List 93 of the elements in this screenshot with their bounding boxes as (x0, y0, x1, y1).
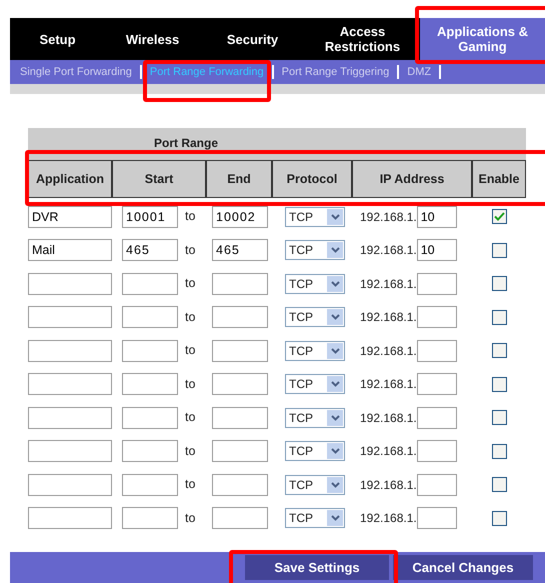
end-port-field[interactable]: 465 (212, 239, 268, 262)
ip-suffix-field[interactable] (416, 406, 457, 429)
column-header: End (206, 160, 272, 198)
protocol-select[interactable]: TCP (285, 374, 345, 394)
enable-checkbox[interactable] (492, 510, 506, 526)
ip-prefix: 192.168.1. (360, 242, 417, 260)
protocol-select[interactable]: TCP (285, 508, 345, 528)
enable-checkbox[interactable] (492, 276, 506, 292)
enable-checkbox[interactable] (492, 310, 506, 325)
ip-suffix-field[interactable] (416, 474, 457, 496)
start-port-field[interactable] (122, 474, 178, 496)
enable-checkbox[interactable] (492, 477, 506, 492)
application-field[interactable] (28, 340, 112, 362)
ip-prefix: 192.168.1. (360, 510, 417, 528)
column-header: IP Address (352, 160, 472, 198)
nav-tab[interactable]: Security (226, 32, 278, 46)
application-field[interactable] (28, 306, 112, 328)
action-button[interactable]: Save Settings (245, 555, 389, 580)
protocol-select[interactable]: TCP (285, 441, 345, 462)
ip-prefix: 192.168.1. (360, 376, 417, 394)
end-port-field[interactable] (212, 474, 268, 496)
ip-prefix: 192.168.1. (360, 476, 417, 494)
nav-tab[interactable]: Setup (39, 32, 76, 46)
protocol-select[interactable]: TCP (285, 274, 345, 294)
ip-prefix: 192.168.1. (360, 276, 417, 293)
enable-checkbox[interactable] (492, 444, 506, 459)
start-port-field[interactable] (122, 340, 178, 362)
end-port-field[interactable] (212, 373, 268, 396)
application-field[interactable]: Mail (28, 239, 112, 262)
column-header: Start (112, 160, 206, 198)
enable-checkbox[interactable] (492, 410, 506, 426)
range-separator: to (185, 308, 196, 326)
column-header: Application (28, 160, 112, 198)
enable-checkbox[interactable] (492, 242, 506, 258)
ip-suffix-field[interactable] (416, 340, 457, 362)
range-separator: to (185, 342, 196, 360)
application-field[interactable]: DVR (28, 206, 112, 228)
ip-prefix: 192.168.1. (360, 443, 417, 460)
range-separator: to (185, 510, 196, 527)
start-port-field[interactable] (122, 440, 178, 462)
range-separator: to (185, 275, 196, 292)
ip-prefix: 192.168.1. (360, 410, 417, 427)
start-port-field[interactable] (122, 306, 178, 328)
application-field[interactable] (28, 373, 112, 396)
ip-prefix: 192.168.1. (360, 208, 417, 226)
ip-suffix-field[interactable] (416, 306, 457, 328)
protocol-select[interactable]: TCP (285, 206, 345, 227)
end-port-field[interactable] (212, 406, 268, 429)
application-field[interactable] (28, 474, 112, 496)
action-button[interactable]: Cancel Changes (393, 555, 533, 580)
range-separator: to (185, 242, 196, 259)
end-port-field[interactable] (212, 272, 268, 295)
enable-checkbox[interactable] (492, 376, 506, 392)
protocol-select[interactable]: TCP (285, 240, 345, 260)
range-separator: to (185, 376, 196, 393)
application-field[interactable] (28, 272, 112, 295)
end-port-field[interactable] (212, 340, 268, 362)
ip-suffix-field[interactable] (416, 373, 457, 396)
protocol-select[interactable]: TCP (285, 408, 345, 428)
ip-suffix-field[interactable] (416, 440, 457, 462)
protocol-select[interactable]: TCP (285, 307, 345, 328)
ip-prefix: 192.168.1. (360, 342, 417, 360)
ip-suffix-field[interactable]: 10 (416, 206, 457, 228)
start-port-field[interactable]: 10001 (122, 206, 178, 228)
start-port-field[interactable] (122, 406, 178, 429)
ip-suffix-field[interactable]: 10 (416, 239, 457, 262)
enable-checkbox[interactable] (492, 209, 506, 224)
application-field[interactable] (28, 507, 112, 530)
ip-suffix-field[interactable] (416, 272, 457, 295)
ip-prefix: 192.168.1. (360, 309, 417, 326)
protocol-select[interactable]: TCP (285, 340, 345, 361)
start-port-field[interactable] (122, 373, 178, 396)
start-port-field[interactable] (122, 272, 178, 295)
end-port-field[interactable] (212, 507, 268, 530)
range-separator: to (185, 208, 196, 226)
start-port-field[interactable] (122, 507, 178, 530)
application-field[interactable] (28, 406, 112, 429)
range-separator: to (185, 442, 196, 460)
nav-tab[interactable]: Access Restrictions (305, 24, 420, 54)
column-group-heading: Port Range (154, 135, 218, 152)
column-header: Protocol (272, 160, 352, 198)
start-port-field[interactable]: 465 (122, 239, 178, 262)
enable-checkbox[interactable] (492, 343, 506, 358)
ip-suffix-field[interactable] (416, 507, 457, 530)
application-field[interactable] (28, 440, 112, 462)
protocol-select[interactable]: TCP (285, 474, 345, 495)
end-port-field[interactable]: 10002 (212, 206, 268, 228)
range-separator: to (185, 476, 196, 494)
range-separator: to (185, 409, 196, 426)
end-port-field[interactable] (212, 306, 268, 328)
end-port-field[interactable] (212, 440, 268, 462)
column-header: Enable (472, 160, 526, 198)
nav-tab[interactable]: Wireless (126, 32, 180, 46)
